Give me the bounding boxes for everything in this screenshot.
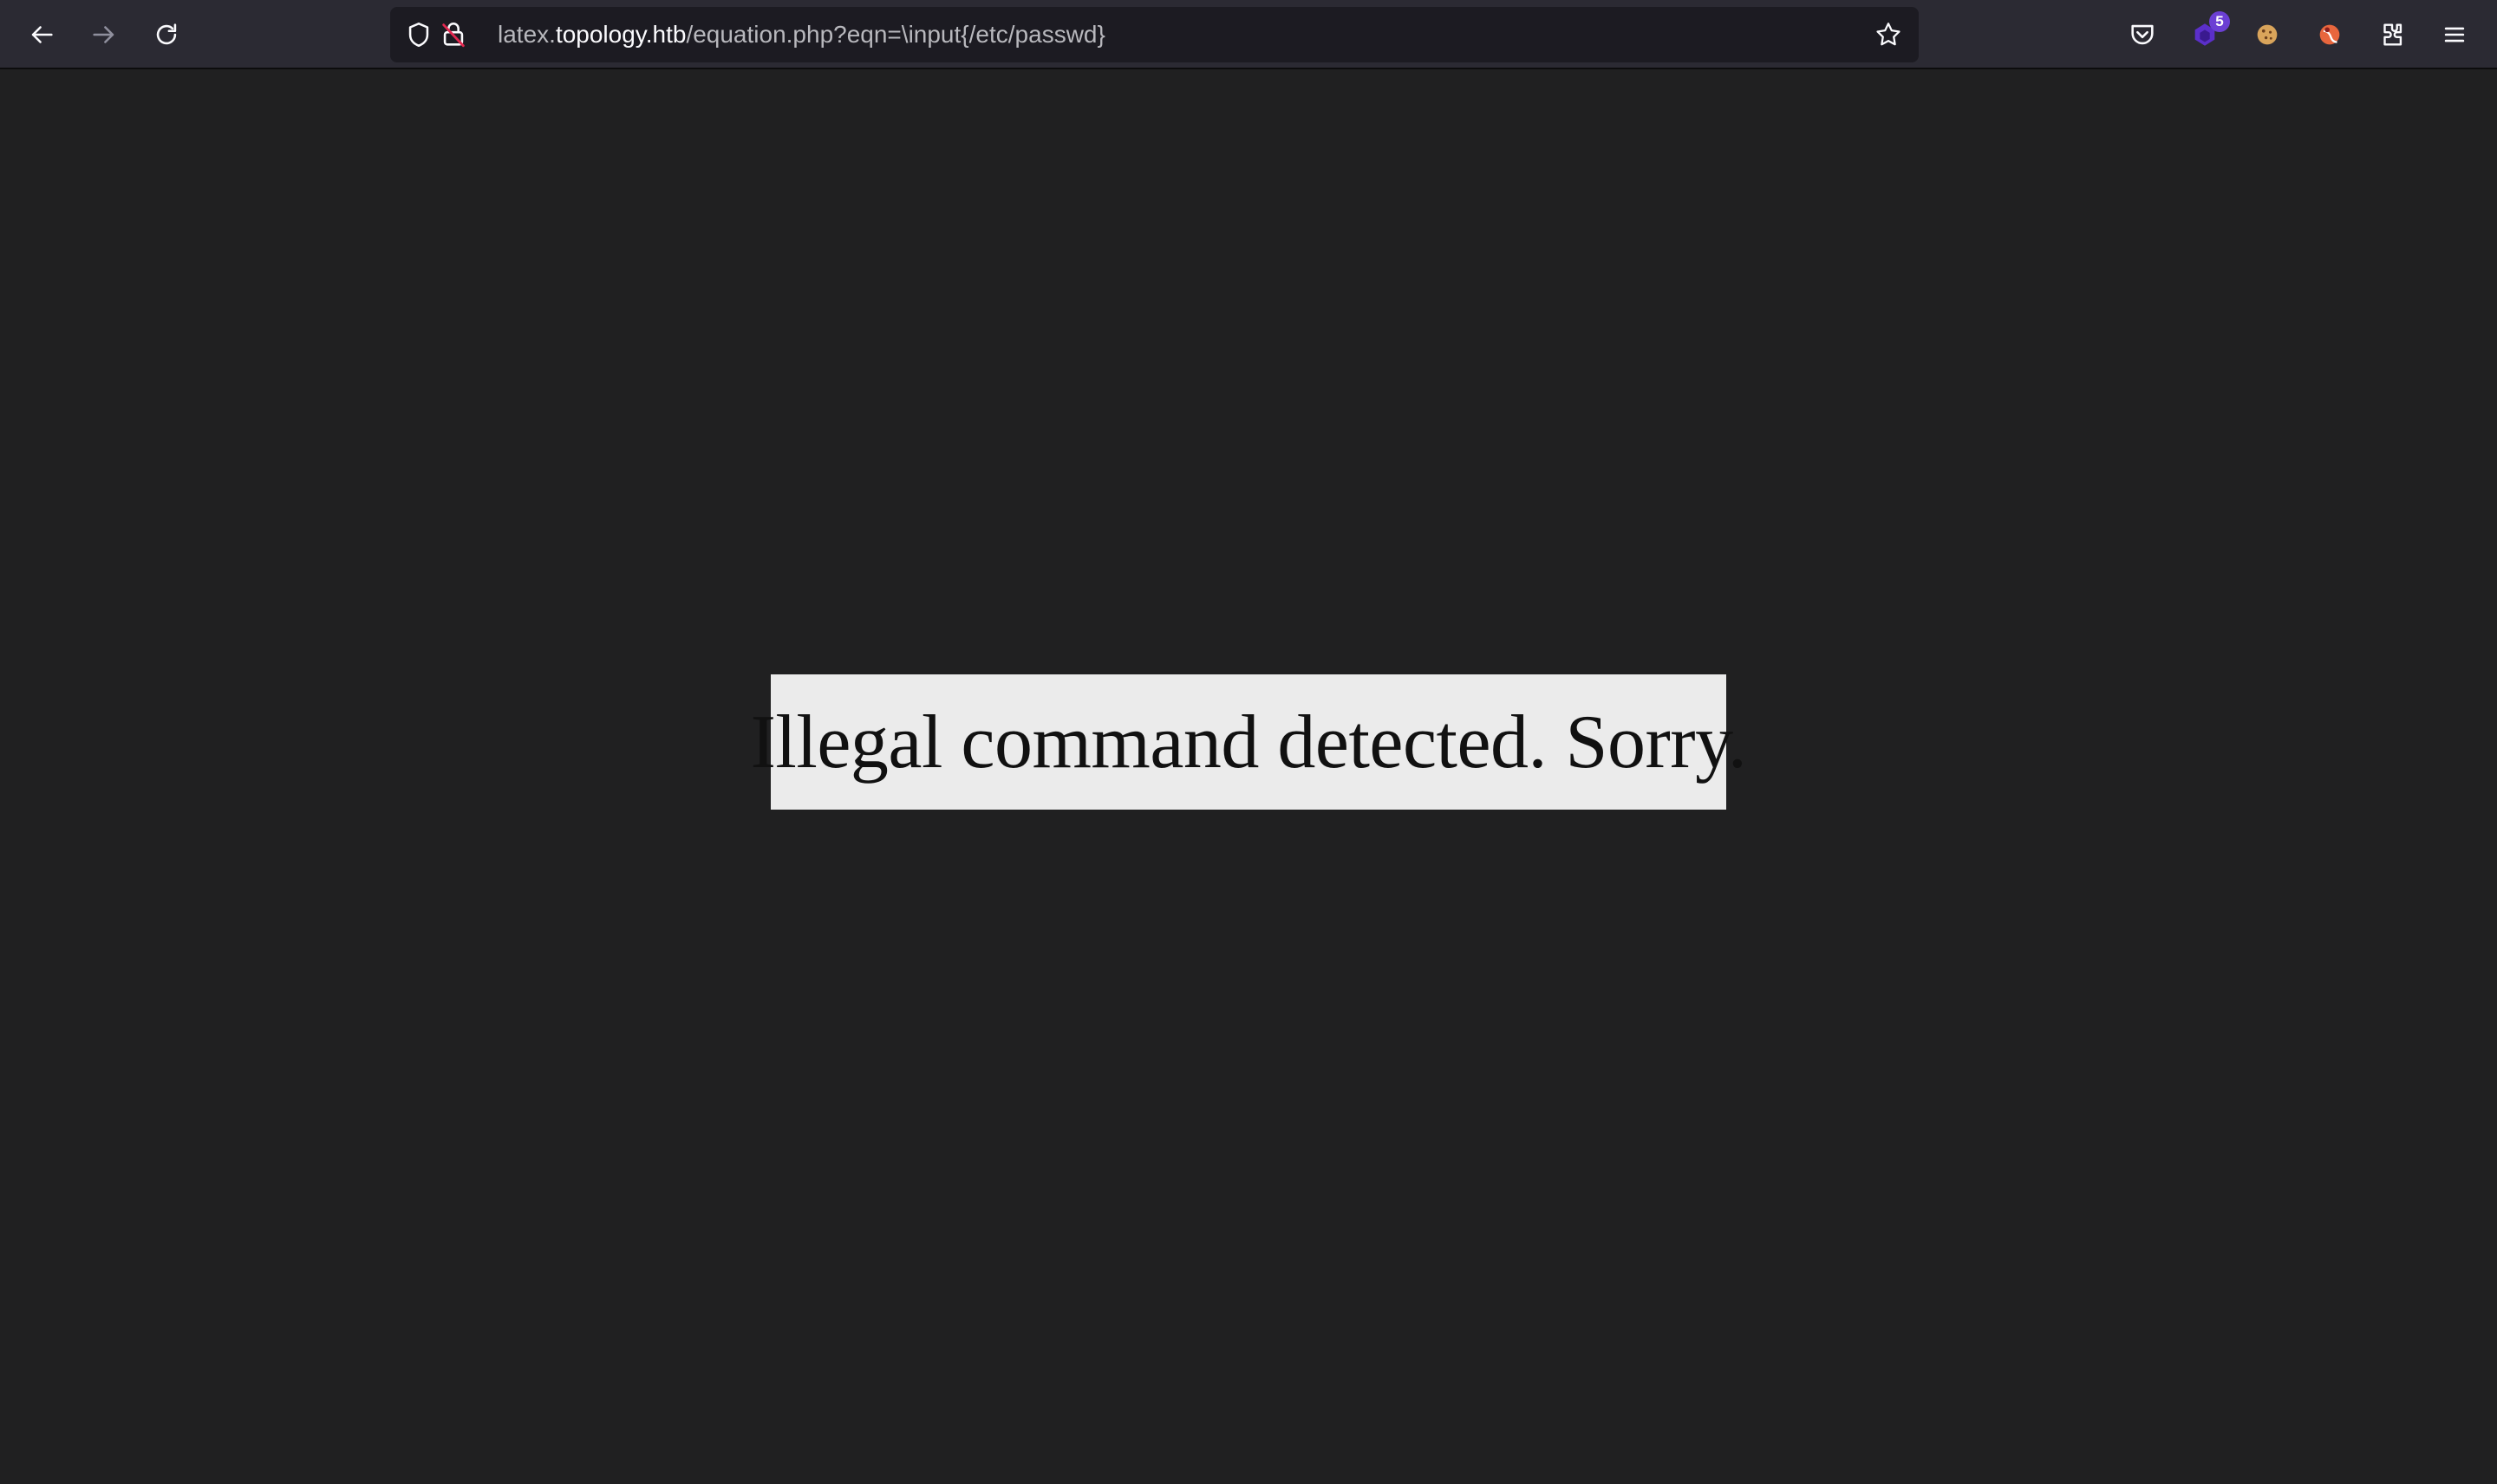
star-icon <box>1876 23 1900 46</box>
browser-toolbar: latex.topology.htb/equation.php?eqn=\inp… <box>0 0 2497 69</box>
cookie-extension-button[interactable] <box>2249 16 2285 53</box>
menu-button[interactable] <box>2436 16 2473 53</box>
url-bar[interactable]: latex.topology.htb/equation.php?eqn=\inp… <box>390 7 1919 62</box>
insecure-lock-icon <box>442 23 465 48</box>
extension-orange-icon <box>2319 24 2340 45</box>
reload-icon <box>156 23 177 45</box>
rendered-equation-image: Illegal command detected. Sorry. <box>751 674 1747 810</box>
extension-badge: 5 <box>2209 11 2230 32</box>
back-button[interactable] <box>21 14 62 55</box>
tracking-protection-button[interactable] <box>404 20 434 49</box>
shield-icon <box>408 22 429 48</box>
arrow-right-icon <box>93 26 114 43</box>
url-prefix: latex. <box>498 21 556 48</box>
extensions-button[interactable] <box>2374 16 2410 53</box>
menu-hamburger-icon <box>2444 27 2465 42</box>
forward-button[interactable] <box>83 14 125 55</box>
reload-button[interactable] <box>146 14 187 55</box>
error-message: Illegal command detected. Sorry. <box>750 700 1747 784</box>
extensions-puzzle-icon <box>2383 23 2402 46</box>
pocket-button[interactable] <box>2124 16 2161 53</box>
extension-purple-button[interactable]: 5 <box>2187 11 2230 53</box>
bookmark-button[interactable] <box>1874 20 1903 49</box>
url-domain: topology.htb <box>555 21 687 48</box>
pocket-icon <box>2131 24 2154 45</box>
extension-orange-button[interactable] <box>2311 16 2348 53</box>
arrow-left-icon <box>31 26 53 43</box>
cookie-icon <box>2257 24 2278 45</box>
url-path: /equation.php?eqn=\input{/etc/passwd} <box>686 21 1105 48</box>
site-info-button[interactable] <box>439 20 468 49</box>
url-text[interactable]: latex.topology.htb/equation.php?eqn=\inp… <box>498 7 1105 62</box>
